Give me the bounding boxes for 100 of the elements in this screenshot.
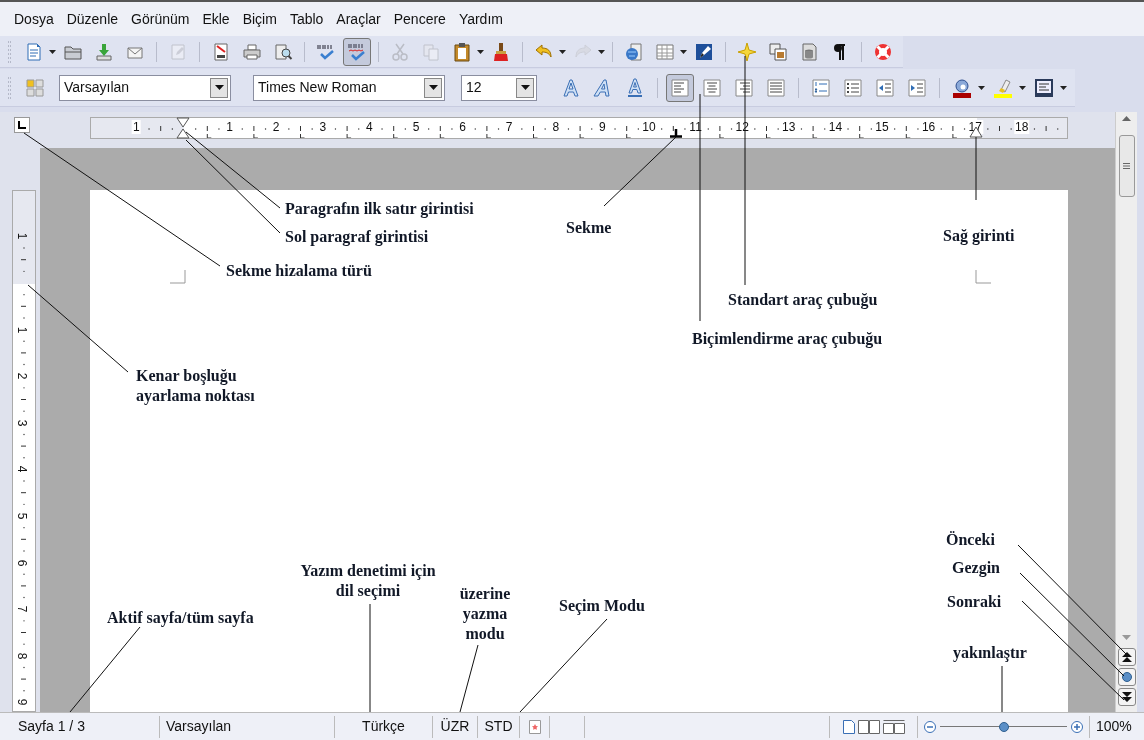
lifebuoy-icon	[873, 41, 893, 62]
menu-item[interactable]: Yardım	[458, 8, 503, 30]
ruler-number: 7	[16, 605, 29, 613]
caret-icon[interactable]	[49, 49, 56, 54]
ruler-number: 4	[365, 120, 374, 134]
ruler-number: 6	[458, 120, 467, 134]
document-icon	[24, 41, 44, 62]
ruler-number: 15	[874, 120, 890, 134]
callout-label: Önceki	[946, 530, 996, 550]
paintbrush-icon	[491, 41, 511, 62]
caret-icon[interactable]	[978, 85, 985, 90]
callout-label: Seçim Modu	[559, 596, 646, 616]
copy-icon	[421, 41, 441, 62]
slider-thumb[interactable]	[998, 721, 1009, 732]
toolbar-grip-icon[interactable]	[8, 40, 11, 63]
ruler-number: 7	[504, 120, 514, 134]
language-text[interactable]: Türkçe	[335, 715, 433, 738]
document-page[interactable]	[90, 190, 1068, 712]
caret-icon[interactable]	[477, 49, 484, 54]
ruler-number: 1	[225, 120, 234, 134]
table-icon	[655, 41, 675, 62]
callout-label: Aktif sayfa/tüm sayfa	[107, 608, 255, 628]
document-modified-icon[interactable]	[528, 719, 541, 734]
navigator-button[interactable]	[1117, 668, 1136, 686]
book-view-icon[interactable]	[882, 719, 905, 734]
ruler-number: 1	[16, 233, 29, 240]
caret-icon	[214, 85, 224, 90]
toolbar-grip-icon[interactable]	[8, 76, 11, 99]
vertical-ruler-bar[interactable]	[12, 190, 36, 712]
callout-label: Kenar boşluğu ayarlama noktası	[136, 366, 256, 406]
zoom-out-icon[interactable]	[924, 720, 936, 733]
callout-label: Standart araç çubuğu	[728, 290, 879, 310]
callout-label: üzerine yazma modu	[458, 584, 512, 644]
leader-line	[975, 136, 977, 201]
align-left-button[interactable]	[666, 73, 694, 102]
caret-icon[interactable]	[559, 49, 566, 54]
ruler-number: 9	[16, 699, 29, 706]
font-size-dropdown[interactable]: 12	[461, 74, 537, 101]
double-up-arrow-icon	[1121, 652, 1132, 662]
menu-item[interactable]: Dosya	[14, 8, 54, 30]
caret-icon[interactable]	[680, 49, 687, 54]
numbered-list-icon	[811, 77, 831, 98]
menu-item[interactable]: Araçlar	[336, 8, 381, 30]
letter-a-icon	[561, 77, 581, 98]
pdf-icon	[211, 41, 231, 62]
menu-item[interactable]: Tablo	[289, 8, 324, 30]
grip-icon	[1123, 163, 1130, 169]
margin-mark	[975, 270, 991, 284]
scroll-up-arrow-icon[interactable]	[1122, 116, 1131, 121]
leader-line	[459, 644, 479, 713]
ruler-number: 5	[411, 120, 421, 134]
printer-icon	[242, 41, 262, 62]
align-left-icon	[670, 77, 690, 98]
zoom-in-icon[interactable]	[1071, 720, 1083, 733]
ruler-number: 2	[271, 120, 281, 134]
caret-icon[interactable]	[598, 49, 605, 54]
caret-icon	[520, 85, 530, 90]
ruler-number: 2	[16, 372, 29, 380]
selection-mode-text[interactable]: STD	[478, 715, 520, 738]
ruler-number: 10	[641, 120, 657, 134]
increase-indent-icon	[907, 77, 927, 98]
menu-item[interactable]: Ekle	[202, 8, 230, 30]
zoom-slider[interactable]	[940, 720, 1067, 733]
callout-label: Sekme	[566, 218, 613, 238]
font-color-icon	[952, 77, 972, 98]
insert-mode-text[interactable]: ÜZR	[433, 715, 478, 738]
italic-letter-a-icon	[593, 77, 613, 98]
previous-page-button[interactable]	[1117, 648, 1136, 666]
single-page-view-icon[interactable]	[842, 719, 855, 734]
tab-stop-icon[interactable]	[670, 129, 682, 138]
scrollbar-thumb[interactable]	[1118, 135, 1135, 197]
ruler-number: 13	[781, 120, 797, 134]
paragraph-style-dropdown[interactable]: Varsayılan	[59, 74, 231, 101]
next-page-button[interactable]	[1117, 688, 1136, 706]
zoom-percent-text[interactable]: 100%	[1090, 716, 1132, 737]
justify-icon	[766, 77, 786, 98]
caret-icon	[428, 85, 438, 90]
font-name-dropdown[interactable]: Times New Roman	[253, 74, 445, 101]
callout-label: Yazım denetimi için dil seçimi	[299, 561, 437, 601]
tab-type-button[interactable]	[14, 117, 30, 133]
menu-item[interactable]: Görünüm	[131, 8, 190, 30]
two-page-view-icon[interactable]	[857, 719, 880, 734]
ruler-number: 8	[551, 120, 561, 134]
spellcheck-button[interactable]	[343, 37, 371, 66]
menu-item[interactable]: Pencere	[393, 8, 446, 30]
menu-item[interactable]: Düzenle	[66, 8, 119, 30]
menu-item[interactable]: Biçim	[242, 8, 277, 30]
globe-icon	[624, 41, 644, 62]
pen-icon	[694, 41, 714, 62]
caret-icon[interactable]	[1019, 85, 1026, 90]
callout-label: yakınlaştır	[953, 643, 1028, 663]
ruler-number: 4	[16, 466, 29, 473]
page-count-text[interactable]: Sayfa 1 / 3	[0, 715, 160, 738]
callout-label: Gezgin	[952, 558, 1001, 578]
callout-label: Biçimlendirme araç çubuğu	[692, 329, 884, 349]
indent-marker-icon[interactable]	[176, 117, 190, 139]
caret-icon[interactable]	[1060, 85, 1067, 90]
scroll-down-arrow-icon[interactable]	[1122, 635, 1131, 640]
page-style-text[interactable]: Varsayılan	[160, 715, 335, 738]
background-color-icon	[1034, 77, 1054, 98]
